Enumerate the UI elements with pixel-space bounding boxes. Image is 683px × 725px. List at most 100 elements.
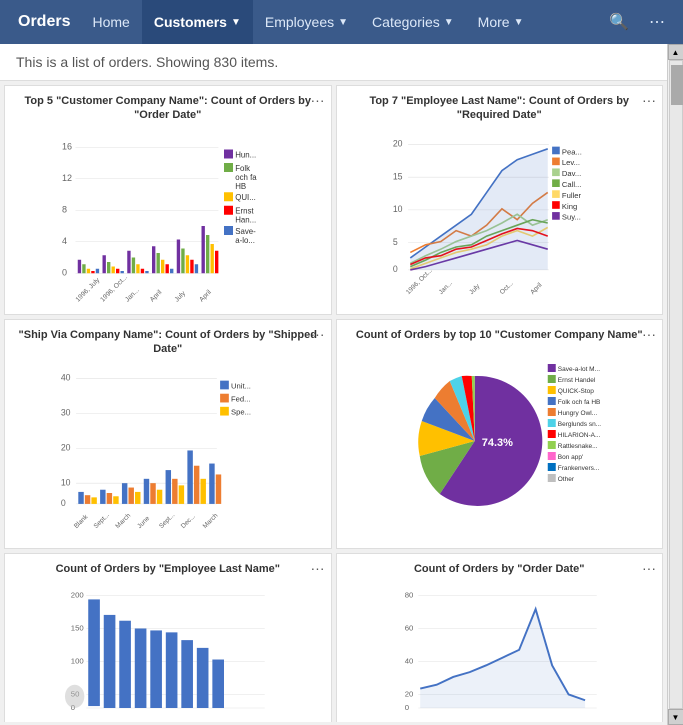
employees-arrow: ▼ — [338, 17, 348, 28]
chart-card-2: Top 7 "Employee Last Name": Count of Ord… — [336, 85, 664, 315]
svg-text:200: 200 — [71, 591, 84, 600]
svg-text:Suy...: Suy... — [561, 212, 580, 221]
svg-text:Fuller: Fuller — [561, 191, 581, 200]
chart1-svg: 16 12 8 4 0 — [13, 127, 323, 307]
nav-customers[interactable]: Customers ▼ — [142, 0, 253, 44]
chart3-svg: 40 30 20 10 0 — [13, 361, 323, 541]
svg-text:20: 20 — [404, 690, 413, 699]
svg-text:Save-a-lot M...: Save-a-lot M... — [557, 366, 599, 373]
chart3-menu[interactable]: ··· — [311, 326, 325, 342]
chart1-menu[interactable]: ··· — [311, 92, 325, 108]
chart4-menu[interactable]: ··· — [642, 326, 656, 342]
svg-text:10: 10 — [61, 477, 71, 487]
svg-text:10: 10 — [392, 204, 402, 214]
chart-card-6: Count of Orders by "Order Date" ··· 80 6… — [336, 553, 664, 722]
svg-text:Unit...: Unit... — [231, 381, 251, 390]
scroll-thumb[interactable] — [671, 65, 683, 105]
chart6-title: Count of Orders by "Order Date" — [345, 562, 655, 576]
svg-text:74.3%: 74.3% — [481, 437, 512, 449]
svg-text:4: 4 — [62, 236, 67, 246]
svg-text:Jan...: Jan... — [124, 286, 141, 303]
search-icon[interactable]: 🔍 — [599, 0, 639, 44]
chart-card-4: Count of Orders by top 10 "Customer Comp… — [336, 319, 664, 549]
chart-card-1: Top 5 "Customer Company Name": Count of … — [4, 85, 332, 315]
svg-text:Hungry Owl...: Hungry Owl... — [557, 410, 597, 417]
chart4-svg: 74.3% Save-a-lot M... Ernst Handel QUICK… — [345, 346, 655, 526]
svg-text:5: 5 — [392, 236, 397, 246]
scrollbar[interactable]: ▲ ▼ — [667, 44, 683, 725]
svg-text:Frankenvers...: Frankenvers... — [557, 465, 599, 472]
chart5-menu[interactable]: ··· — [311, 560, 325, 576]
chart3-title: "Ship Via Company Name": Count of Orders… — [13, 328, 323, 357]
chart4-title: Count of Orders by top 10 "Customer Comp… — [345, 328, 655, 342]
svg-text:Folk: Folk — [235, 163, 250, 172]
chart5-title: Count of Orders by "Employee Last Name" — [13, 562, 323, 576]
svg-text:40: 40 — [61, 372, 71, 382]
svg-text:March: March — [202, 512, 220, 530]
customers-arrow: ▼ — [231, 17, 241, 28]
svg-text:Ernst Handel: Ernst Handel — [557, 377, 595, 384]
more-options-icon[interactable]: ⋯ — [639, 0, 675, 44]
svg-text:HB: HB — [235, 181, 246, 190]
scroll-down-button[interactable]: ▼ — [668, 709, 683, 725]
svg-text:July: July — [468, 282, 482, 296]
svg-text:July: July — [174, 289, 188, 303]
svg-text:Han...: Han... — [235, 215, 256, 224]
svg-text:April: April — [149, 288, 164, 303]
nav-categories[interactable]: Categories ▼ — [360, 0, 466, 44]
svg-text:Ernst: Ernst — [235, 206, 254, 215]
chart-card-5: Count of Orders by "Employee Last Name" … — [4, 553, 332, 722]
svg-text:Folk och fa HB: Folk och fa HB — [557, 399, 600, 406]
svg-text:150: 150 — [71, 624, 84, 633]
app-wrapper: Orders Home Customers ▼ Employees ▼ Cate… — [0, 0, 683, 725]
svg-text:Save-: Save- — [235, 226, 256, 235]
svg-text:Sept...: Sept... — [93, 511, 111, 529]
svg-text:0: 0 — [404, 703, 408, 712]
svg-text:Sept...: Sept... — [158, 511, 176, 529]
scroll-track[interactable] — [669, 60, 683, 709]
navbar: Orders Home Customers ▼ Employees ▼ Cate… — [0, 0, 683, 44]
svg-text:20: 20 — [392, 138, 402, 148]
svg-text:100: 100 — [71, 657, 84, 666]
svg-text:Other: Other — [557, 476, 574, 483]
svg-text:Dav...: Dav... — [561, 169, 580, 178]
chart6-svg: 80 60 40 20 0 — [345, 580, 655, 722]
svg-text:Lev...: Lev... — [561, 158, 579, 167]
chart5-svg: 200 150 100 50 0 — [13, 580, 323, 722]
svg-text:March: March — [114, 512, 132, 530]
svg-text:1996, July: 1996, July — [75, 276, 102, 303]
brand: Orders — [8, 13, 80, 31]
chart6-menu[interactable]: ··· — [642, 560, 656, 576]
content-area: This is a list of orders. Showing 830 it… — [0, 44, 667, 722]
chart2-menu[interactable]: ··· — [642, 92, 656, 108]
nav-home[interactable]: Home — [80, 0, 141, 44]
svg-text:Jan...: Jan... — [437, 279, 453, 295]
svg-text:och fa: och fa — [235, 172, 257, 181]
categories-arrow: ▼ — [444, 17, 454, 28]
nav-more[interactable]: More ▼ — [466, 0, 536, 44]
svg-text:30: 30 — [61, 407, 71, 417]
nav-employees[interactable]: Employees ▼ — [253, 0, 360, 44]
svg-text:a-lo...: a-lo... — [235, 235, 255, 244]
statusbar: This is a list of orders. Showing 830 it… — [0, 44, 667, 81]
svg-text:Bon app': Bon app' — [557, 454, 582, 461]
chart2-svg: 20 15 10 5 0 — [345, 127, 655, 307]
chart-card-3: "Ship Via Company Name": Count of Orders… — [4, 319, 332, 549]
svg-text:20: 20 — [61, 442, 71, 452]
svg-text:QUI...: QUI... — [235, 193, 256, 202]
svg-text:HILARION-A...: HILARION-A... — [557, 432, 600, 439]
svg-text:1996, Oct...: 1996, Oct... — [404, 267, 433, 296]
svg-text:April: April — [529, 281, 544, 296]
svg-text:0: 0 — [392, 264, 397, 274]
svg-text:16: 16 — [62, 141, 72, 151]
charts-grid: Top 5 "Customer Company Name": Count of … — [0, 81, 667, 722]
svg-text:Blank: Blank — [73, 513, 90, 530]
svg-text:Hun...: Hun... — [235, 150, 256, 159]
svg-text:Dec...: Dec... — [180, 512, 197, 529]
svg-text:8: 8 — [62, 204, 67, 214]
status-text: This is a list of orders. Showing 830 it… — [16, 54, 278, 70]
svg-text:0: 0 — [61, 498, 66, 508]
scroll-up-button[interactable]: ▲ — [668, 44, 683, 60]
svg-text:King: King — [561, 201, 576, 210]
chart1-title: Top 5 "Customer Company Name": Count of … — [13, 94, 323, 123]
